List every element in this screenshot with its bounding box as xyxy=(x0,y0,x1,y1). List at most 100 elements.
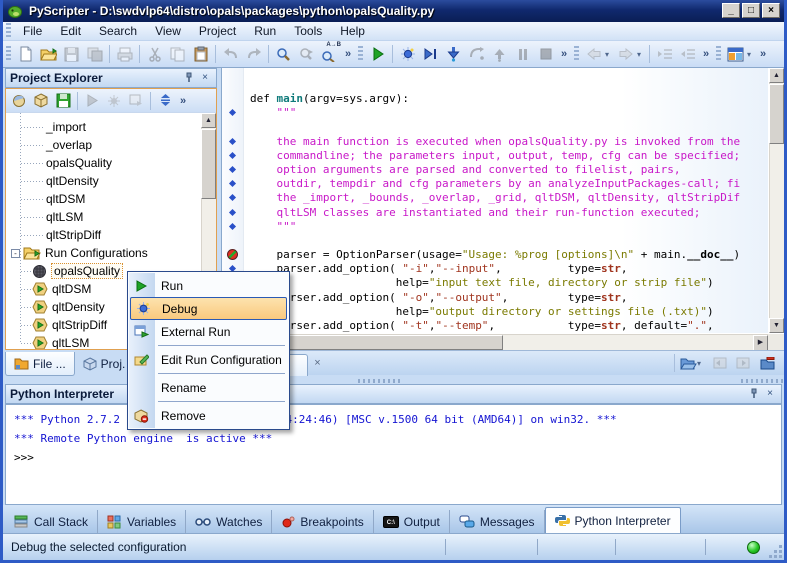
minimize-button[interactable]: _ xyxy=(722,3,740,18)
tab-project-explorer[interactable]: Proj. xyxy=(75,352,134,376)
tree-run-config-qltlsm[interactable]: qltLSM xyxy=(6,334,89,349)
new-project-button[interactable] xyxy=(8,91,30,111)
save-all-button[interactable] xyxy=(83,43,106,65)
run-to-cursor-button[interactable] xyxy=(419,43,442,65)
forward-button[interactable] xyxy=(614,43,637,65)
toolbar-grip-3[interactable] xyxy=(574,46,579,62)
editor-vscrollbar-thumb[interactable] xyxy=(769,84,784,144)
tree-run-config-qltstripdiff[interactable]: qltStripDiff xyxy=(6,316,107,334)
menu-item-rename[interactable]: Rename xyxy=(128,376,289,399)
open-project-button[interactable] xyxy=(30,91,52,111)
tree-scrollbar-thumb[interactable] xyxy=(201,129,216,199)
project-explorer-overflow[interactable]: » xyxy=(176,95,190,107)
previous-editor-button[interactable] xyxy=(708,353,730,373)
scroll-up-arrow[interactable]: ▲ xyxy=(201,113,216,128)
toolbar-grip-2[interactable] xyxy=(358,46,363,62)
save-project-button[interactable] xyxy=(52,91,74,111)
paste-button[interactable] xyxy=(189,43,212,65)
toolbar-overflow-nav[interactable]: » xyxy=(699,48,713,60)
close-editor-tab-icon[interactable]: × xyxy=(310,356,325,371)
tree-item-opalsquality[interactable]: opalsQuality xyxy=(6,154,112,172)
code-editor[interactable]: def main(argv=sys.argv): """ the main fu… xyxy=(221,68,784,375)
toolbar-overflow-view[interactable]: » xyxy=(756,48,770,60)
save-button[interactable] xyxy=(60,43,83,65)
tree-item-qltdensity[interactable]: qltDensity xyxy=(6,172,99,190)
replace-button[interactable]: A→B xyxy=(318,43,341,65)
tree-item-qltlsm[interactable]: qltLSM xyxy=(6,208,83,226)
step-into-button[interactable] xyxy=(442,43,465,65)
find-next-button[interactable] xyxy=(295,43,318,65)
step-out-button[interactable] xyxy=(488,43,511,65)
external-run-config-button[interactable] xyxy=(125,91,147,111)
menu-item-remove[interactable]: Remove xyxy=(128,404,289,427)
tab-call-stack[interactable]: Call Stack xyxy=(5,510,98,533)
open-file-button[interactable] xyxy=(37,43,60,65)
toolbar-grip-4[interactable] xyxy=(716,46,721,62)
tab-output[interactable]: C:\ Output xyxy=(374,510,450,533)
debug-button[interactable] xyxy=(396,43,419,65)
interpreter-console[interactable]: *** Python 2.7.2 (default, Jun 12 2011, … xyxy=(5,404,782,505)
close-file-button[interactable] xyxy=(756,353,778,373)
tree-item-import[interactable]: _import xyxy=(6,118,86,136)
menu-item-debug[interactable]: Debug xyxy=(130,297,287,320)
tab-breakpoints[interactable]: Breakpoints xyxy=(272,510,373,533)
menu-project[interactable]: Project xyxy=(190,23,245,40)
menu-item-run[interactable]: Run xyxy=(128,274,289,297)
tree-run-config-qltdensity[interactable]: qltDensity xyxy=(6,298,105,316)
indent-button[interactable] xyxy=(653,43,676,65)
toolbar-overflow-run[interactable]: » xyxy=(557,48,571,60)
menu-edit[interactable]: Edit xyxy=(51,23,90,40)
tree-item-qltstripdiff[interactable]: qltStripDiff xyxy=(6,226,101,244)
close-panel-icon[interactable]: × xyxy=(198,72,212,84)
menu-tools[interactable]: Tools xyxy=(285,23,331,40)
new-file-button[interactable] xyxy=(14,43,37,65)
menu-search[interactable]: Search xyxy=(90,23,146,40)
layouts-dropdown-arrow[interactable]: ▾ xyxy=(747,50,756,59)
open-editors-dropdown-button[interactable]: ▾ xyxy=(680,353,706,373)
toolbar-grip[interactable] xyxy=(6,46,11,62)
resize-grip[interactable] xyxy=(769,545,782,558)
run-config-button[interactable] xyxy=(81,91,103,111)
menu-item-edit-run-configuration[interactable]: Edit Run Configuration xyxy=(128,348,289,371)
cut-button[interactable] xyxy=(143,43,166,65)
tree-item-overlap[interactable]: _overlap xyxy=(6,136,92,154)
tree-node-run-configurations[interactable]: - Run Configurations xyxy=(6,244,148,262)
debug-config-button[interactable] xyxy=(103,91,125,111)
tab-watches[interactable]: Watches xyxy=(186,510,272,533)
code-text[interactable]: def main(argv=sys.argv): """ the main fu… xyxy=(244,68,768,333)
run-button[interactable] xyxy=(366,43,389,65)
step-over-button[interactable] xyxy=(465,43,488,65)
redo-button[interactable] xyxy=(242,43,265,65)
console-prompt[interactable]: >>> xyxy=(14,448,773,467)
tree-run-config-qltdsm[interactable]: qltDSM xyxy=(6,280,91,298)
maximize-button[interactable]: □ xyxy=(742,3,760,18)
close-panel-icon[interactable]: × xyxy=(763,388,777,400)
undo-button[interactable] xyxy=(219,43,242,65)
tab-python-interpreter[interactable]: Python Interpreter xyxy=(545,507,681,533)
tree-run-config-opalsquality[interactable]: opalsQuality xyxy=(6,262,123,280)
find-button[interactable] xyxy=(272,43,295,65)
editor-vscrollbar[interactable]: ▲ ▼ xyxy=(769,68,784,333)
back-button[interactable] xyxy=(582,43,605,65)
scroll-up-arrow[interactable]: ▲ xyxy=(769,68,784,83)
forward-dropdown-arrow[interactable]: ▾ xyxy=(637,50,646,59)
menu-file[interactable]: File xyxy=(14,23,51,40)
tree-item-qltdsm[interactable]: qltDSM xyxy=(6,190,85,208)
editor-hscrollbar[interactable]: ◀ ▶ xyxy=(222,334,768,350)
menu-run[interactable]: Run xyxy=(245,23,285,40)
tab-messages[interactable]: Messages xyxy=(450,510,545,533)
collapse-expander-icon[interactable]: - xyxy=(11,249,20,258)
next-editor-button[interactable] xyxy=(732,353,754,373)
scroll-down-arrow[interactable]: ▼ xyxy=(769,318,784,333)
menu-help[interactable]: Help xyxy=(331,23,374,40)
pin-icon[interactable] xyxy=(749,388,763,400)
outdent-button[interactable] xyxy=(676,43,699,65)
print-button[interactable] xyxy=(113,43,136,65)
menubar-grip[interactable] xyxy=(6,23,11,39)
pause-button[interactable] xyxy=(511,43,534,65)
layouts-button[interactable] xyxy=(724,43,747,65)
tab-file-browser[interactable]: File ... xyxy=(5,352,75,376)
menu-item-external-run[interactable]: External Run xyxy=(128,320,289,343)
scroll-right-arrow[interactable]: ▶ xyxy=(753,335,768,351)
close-button[interactable]: × xyxy=(762,3,780,18)
